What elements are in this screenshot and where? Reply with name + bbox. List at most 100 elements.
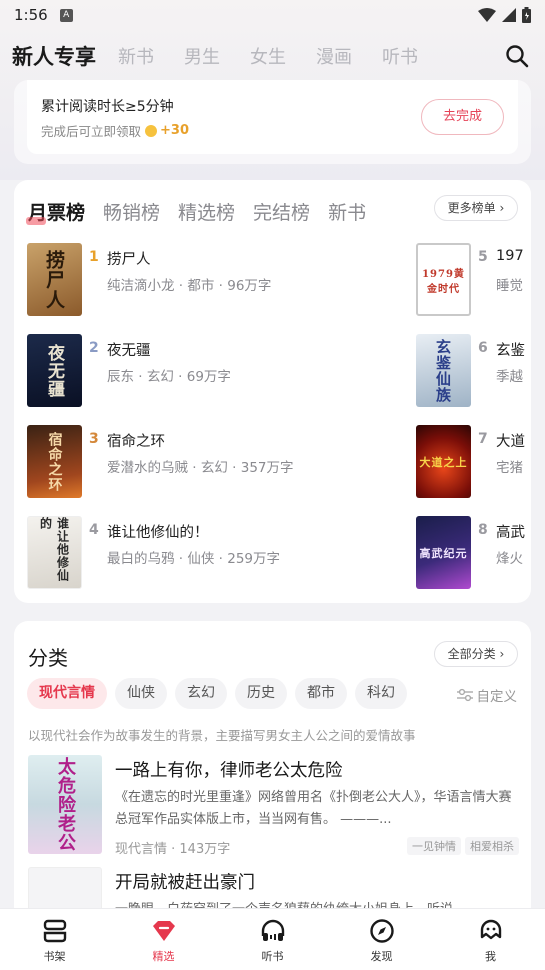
cover-title: 夜无疆 <box>44 343 64 398</box>
nav-label: 发现 <box>370 950 393 963</box>
book-cover: 1979黄金时代 <box>416 243 471 316</box>
rank-number: 3 <box>89 431 99 447</box>
bottom-nav: 书架 精选 听书 发现 我 <box>0 908 545 970</box>
book-cover: 大道之上 <box>416 425 471 498</box>
book-intro: 《在遗忘的时光里重逢》网络曾用名《扑倒老公大人》，华语言情大赛总冠军作品实体版上… <box>115 790 512 827</box>
all-categories-label: 全部分类 <box>447 647 496 661</box>
book-name: 玄鉴 <box>496 343 525 359</box>
signal-icon <box>502 8 516 22</box>
rank-number: 2 <box>89 340 99 356</box>
nav-label: 我 <box>485 950 496 963</box>
book-name: 夜无疆 <box>107 343 151 359</box>
category-card: 分类 全部分类 › 现代言情 仙侠 玄幻 历史 都市 科幻 自定义 以现代社会作… <box>14 621 531 921</box>
chip-modern-romance[interactable]: 现代言情 <box>27 678 107 709</box>
book-list-item[interactable]: 太危险老公 一路上有你，律师老公太危险 《在遗忘的时光里重逢》网络曾用名《扑倒老… <box>28 755 519 857</box>
rank-number: 8 <box>478 522 488 538</box>
complete-task-button[interactable]: 去完成 <box>421 99 504 135</box>
tab-audiobooks[interactable]: 听书 <box>382 43 418 69</box>
notification-icon: A <box>59 8 73 22</box>
book-cover: 高武纪元 <box>416 516 471 589</box>
cover-title: 捞尸人 <box>43 249 65 310</box>
nav-profile[interactable]: 我 <box>436 909 545 970</box>
tab-female[interactable]: 女生 <box>250 43 286 69</box>
book-tag: 一见钟情 <box>407 837 461 855</box>
rank-item[interactable]: 夜无疆 2 夜无疆 辰东 · 玄幻 · 69万字 <box>27 334 407 408</box>
rank-item[interactable]: 1979黄金时代 5 197 睡觉 <box>416 243 531 317</box>
tab-male[interactable]: 男生 <box>184 43 220 69</box>
rank-number: 1 <box>89 249 99 265</box>
nav-featured[interactable]: 精选 <box>109 909 218 970</box>
rank-item[interactable]: 玄鉴仙族 6 玄鉴 季越 <box>416 334 531 408</box>
book-meta: 宅猪 <box>496 460 523 476</box>
rank-number: 7 <box>478 431 488 447</box>
reading-task: 累计阅读时长≥5分钟 完成后可立即领取 +30 去完成 <box>27 80 518 154</box>
tab-monthly-votes[interactable]: 月票榜 <box>25 198 85 225</box>
chevron-right-icon: › <box>499 201 505 215</box>
nav-bookshelf[interactable]: 书架 <box>0 909 109 970</box>
book-meta: 季越 <box>496 369 523 385</box>
coin-icon <box>145 124 158 137</box>
book-cover: 谁让他修仙的 <box>27 516 82 589</box>
rank-item[interactable]: 捞尸人 1 捞尸人 纯洁滴小龙 · 都市 · 96万字 <box>27 243 407 317</box>
top-tab-bar: 新人专享 新书 男生 女生 漫画 听书 <box>0 36 545 76</box>
tab-picks[interactable]: 精选榜 <box>178 198 235 225</box>
book-cover: 捞尸人 <box>27 243 82 316</box>
search-icon[interactable] <box>505 44 529 68</box>
chip-xianxia[interactable]: 仙侠 <box>115 678 167 709</box>
tab-bestsellers[interactable]: 畅销榜 <box>103 198 160 225</box>
book-meta: 烽火 <box>496 551 523 567</box>
nav-audiobooks[interactable]: 听书 <box>218 909 327 970</box>
category-title: 分类 <box>28 646 68 670</box>
cover-title: 谁让他修仙的 <box>38 517 70 582</box>
book-tag: 相爱相杀 <box>465 837 519 855</box>
chip-urban[interactable]: 都市 <box>295 678 347 709</box>
nav-discover[interactable]: 发现 <box>327 909 436 970</box>
cover-title: 太危险老公 <box>55 757 76 852</box>
book-meta: 最白的乌鸦 · 仙侠 · 259万字 <box>107 551 281 567</box>
all-categories-button[interactable]: 全部分类 › <box>434 641 518 667</box>
tab-fade <box>404 192 434 228</box>
book-name: 197 <box>496 248 524 264</box>
chip-fantasy[interactable]: 玄幻 <box>175 678 227 709</box>
book-name: 大道 <box>496 434 525 450</box>
category-chips: 现代言情 仙侠 玄幻 历史 都市 科幻 <box>27 678 407 709</box>
tab-new-user[interactable]: 新人专享 <box>12 41 96 71</box>
rank-item[interactable]: 谁让他修仙的 4 谁让他修仙的！ 最白的乌鸦 · 仙侠 · 259万字 <box>27 516 407 590</box>
bookshelf-icon <box>43 919 66 943</box>
task-card: 累计阅读时长≥5分钟 完成后可立即领取 +30 去完成 <box>14 80 531 164</box>
book-name: 宿命之环 <box>107 434 165 450</box>
ranking-tabs: 月票榜 畅销榜 精选榜 完结榜 新书 <box>25 196 384 226</box>
book-meta: 睡觉 <box>496 278 523 294</box>
tab-comics[interactable]: 漫画 <box>316 43 352 69</box>
rank-item[interactable]: 高武纪元 8 高武 烽火 <box>416 516 531 590</box>
customize-button[interactable]: 自定义 <box>456 685 517 705</box>
battery-icon <box>522 7 531 23</box>
ranking-card: 月票榜 畅销榜 精选榜 完结榜 新书 更多榜单 › 捞尸人 1 捞尸人 纯洁滴小… <box>14 180 531 603</box>
book-title: 一路上有你，律师老公太危险 <box>115 761 343 781</box>
rank-item[interactable]: 宿命之环 3 宿命之环 爱潜水的乌贼 · 玄幻 · 357万字 <box>27 425 407 499</box>
book-cover: 宿命之环 <box>27 425 82 498</box>
chip-history[interactable]: 历史 <box>235 678 287 709</box>
tab-new-books-rank[interactable]: 新书 <box>328 198 366 225</box>
nav-label: 精选 <box>152 950 175 963</box>
rank-item[interactable]: 大道之上 7 大道 宅猪 <box>416 425 531 499</box>
rank-number: 6 <box>478 340 488 356</box>
tab-new-books[interactable]: 新书 <box>118 43 154 69</box>
chevron-right-icon: › <box>499 647 505 661</box>
rank-number: 5 <box>478 249 488 265</box>
rank-number: 4 <box>89 522 99 538</box>
book-meta: 现代言情 · 143万字 <box>115 842 231 857</box>
cover-title: 宿命之环 <box>46 431 63 492</box>
book-tags: 一见钟情 相爱相杀 <box>407 837 519 855</box>
headphones-icon <box>261 919 284 941</box>
book-cover: 玄鉴仙族 <box>416 334 471 407</box>
featured-icon <box>152 921 175 941</box>
sliders-icon <box>456 688 473 702</box>
chip-scifi[interactable]: 科幻 <box>355 678 407 709</box>
more-rankings-button[interactable]: 更多榜单 › <box>434 195 518 221</box>
book-cover: 太危险老公 <box>28 755 102 854</box>
cover-title: 大道之上 <box>419 455 468 469</box>
cover-title: 高武纪元 <box>419 546 468 560</box>
tab-completed[interactable]: 完结榜 <box>253 198 310 225</box>
wifi-icon <box>478 8 496 22</box>
